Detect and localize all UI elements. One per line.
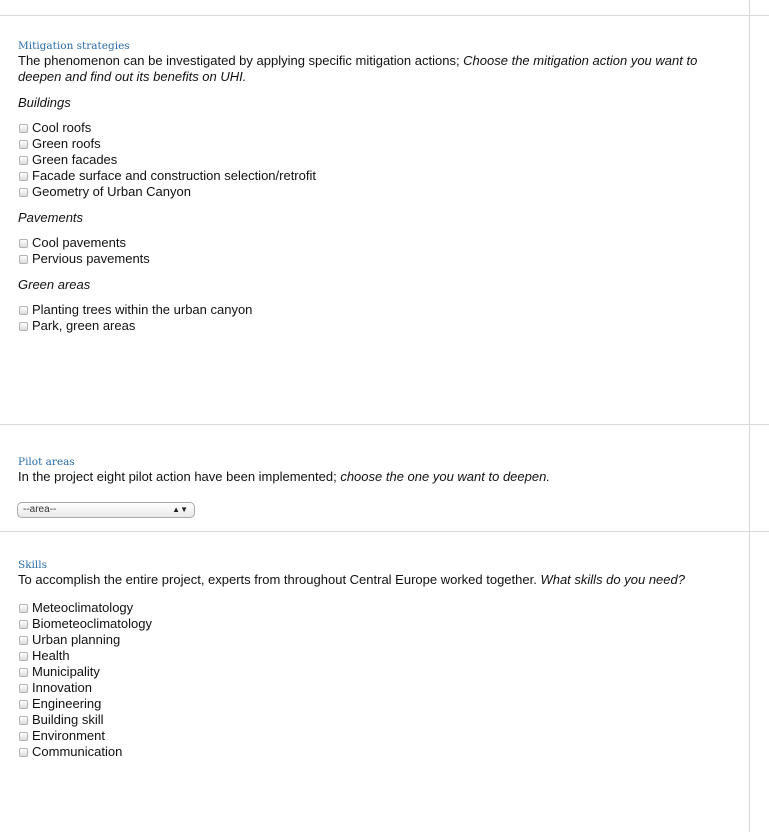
option-meteoclimatology[interactable]: Meteoclimatology bbox=[18, 600, 738, 616]
skills-intro: To accomplish the entire project, expert… bbox=[18, 572, 738, 588]
option-label: Municipality bbox=[32, 664, 100, 679]
skills-section: Skills To accomplish the entire project,… bbox=[18, 559, 738, 760]
checkbox-icon[interactable] bbox=[19, 321, 28, 331]
checkbox-icon[interactable] bbox=[19, 731, 28, 741]
option-label: Urban planning bbox=[32, 632, 121, 647]
pilot-area-select[interactable]: --area-- ▲▼ bbox=[17, 502, 195, 518]
option-innovation[interactable]: Innovation bbox=[18, 680, 738, 696]
section-divider-1 bbox=[0, 424, 769, 425]
option-list: Cool roofs Green roofs Green facades Fac… bbox=[18, 120, 738, 200]
skills-title: Skills bbox=[18, 559, 48, 571]
checkbox-icon[interactable] bbox=[19, 171, 28, 181]
pilot-intro-text: In the project eight pilot action have b… bbox=[18, 469, 341, 484]
option-urban-planning[interactable]: Urban planning bbox=[18, 632, 738, 648]
section-divider-2 bbox=[0, 531, 769, 532]
pilot-intro: In the project eight pilot action have b… bbox=[18, 469, 738, 485]
option-environment[interactable]: Environment bbox=[18, 728, 738, 744]
option-label: Cool roofs bbox=[32, 120, 92, 135]
checkbox-icon[interactable] bbox=[19, 619, 28, 629]
group-title: Buildings bbox=[18, 95, 71, 110]
group-title: Green areas bbox=[18, 277, 91, 292]
option-municipality[interactable]: Municipality bbox=[18, 664, 738, 680]
option-facade-surface[interactable]: Facade surface and construction selectio… bbox=[18, 168, 738, 184]
option-label: Pervious pavements bbox=[32, 251, 150, 266]
skills-option-list: Meteoclimatology Biometeoclimatology Urb… bbox=[18, 600, 738, 760]
checkbox-icon[interactable] bbox=[19, 123, 28, 133]
form-page: Mitigation strategies The phenomenon can… bbox=[0, 0, 769, 832]
checkbox-icon[interactable] bbox=[19, 187, 28, 197]
option-label: Engineering bbox=[32, 696, 102, 711]
skills-intro-emphasis: What skills do you need? bbox=[540, 572, 685, 587]
group-title: Pavements bbox=[18, 210, 84, 225]
group-green-areas: Green areas Planting trees within the ur… bbox=[18, 277, 738, 334]
mitigation-section: Mitigation strategies The phenomenon can… bbox=[18, 40, 738, 334]
checkbox-icon[interactable] bbox=[19, 683, 28, 693]
pilot-title: Pilot areas bbox=[18, 456, 75, 468]
option-biometeoclimatology[interactable]: Biometeoclimatology bbox=[18, 616, 738, 632]
option-label: Facade surface and construction selectio… bbox=[32, 168, 316, 183]
option-list: Planting trees within the urban canyon P… bbox=[18, 302, 738, 334]
checkbox-icon[interactable] bbox=[19, 747, 28, 757]
top-divider bbox=[0, 15, 769, 16]
option-park-green-areas[interactable]: Park, green areas bbox=[18, 318, 738, 334]
option-list: Cool pavements Pervious pavements bbox=[18, 235, 738, 267]
checkbox-icon[interactable] bbox=[19, 667, 28, 677]
checkbox-icon[interactable] bbox=[19, 139, 28, 149]
option-label: Planting trees within the urban canyon bbox=[32, 302, 253, 317]
option-label: Health bbox=[32, 648, 70, 663]
option-label: Green roofs bbox=[32, 136, 101, 151]
checkbox-icon[interactable] bbox=[19, 699, 28, 709]
option-label: Geometry of Urban Canyon bbox=[32, 184, 191, 199]
option-label: Park, green areas bbox=[32, 318, 136, 333]
checkbox-icon[interactable] bbox=[19, 155, 28, 165]
option-label: Communication bbox=[32, 744, 123, 759]
option-green-roofs[interactable]: Green roofs bbox=[18, 136, 738, 152]
option-communication[interactable]: Communication bbox=[18, 744, 738, 760]
checkbox-icon[interactable] bbox=[19, 254, 28, 264]
checkbox-icon[interactable] bbox=[19, 635, 28, 645]
option-geometry-urban-canyon[interactable]: Geometry of Urban Canyon bbox=[18, 184, 738, 200]
mitigation-title: Mitigation strategies bbox=[18, 40, 130, 52]
group-pavements: Pavements Cool pavements Pervious paveme… bbox=[18, 210, 738, 267]
pilot-intro-emphasis: choose the one you want to deepen. bbox=[340, 469, 550, 484]
option-label: Building skill bbox=[32, 712, 104, 727]
checkbox-icon[interactable] bbox=[19, 603, 28, 613]
mitigation-intro-text: The phenomenon can be investigated by ap… bbox=[18, 53, 464, 68]
option-cool-pavements[interactable]: Cool pavements bbox=[18, 235, 738, 251]
select-value: --area-- bbox=[23, 504, 57, 515]
option-building-skill[interactable]: Building skill bbox=[18, 712, 738, 728]
option-label: Cool pavements bbox=[32, 235, 126, 250]
checkbox-icon[interactable] bbox=[19, 715, 28, 725]
skills-intro-text: To accomplish the entire project, expert… bbox=[18, 572, 541, 587]
checkbox-icon[interactable] bbox=[19, 238, 28, 248]
option-planting-trees[interactable]: Planting trees within the urban canyon bbox=[18, 302, 738, 318]
option-health[interactable]: Health bbox=[18, 648, 738, 664]
option-label: Biometeoclimatology bbox=[32, 616, 152, 631]
option-engineering[interactable]: Engineering bbox=[18, 696, 738, 712]
group-buildings: Buildings Cool roofs Green roofs Green f… bbox=[18, 95, 738, 200]
option-label: Innovation bbox=[32, 680, 92, 695]
select-updown-arrow-icon: ▲▼ bbox=[172, 505, 188, 514]
option-green-facades[interactable]: Green facades bbox=[18, 152, 738, 168]
option-label: Environment bbox=[32, 728, 105, 743]
mitigation-intro: The phenomenon can be investigated by ap… bbox=[18, 53, 738, 85]
option-pervious-pavements[interactable]: Pervious pavements bbox=[18, 251, 738, 267]
checkbox-icon[interactable] bbox=[19, 305, 28, 315]
option-label: Meteoclimatology bbox=[32, 600, 134, 615]
checkbox-icon[interactable] bbox=[19, 651, 28, 661]
right-divider bbox=[749, 0, 750, 832]
option-cool-roofs[interactable]: Cool roofs bbox=[18, 120, 738, 136]
pilot-section: Pilot areas In the project eight pilot a… bbox=[18, 456, 738, 485]
option-label: Green facades bbox=[32, 152, 118, 167]
